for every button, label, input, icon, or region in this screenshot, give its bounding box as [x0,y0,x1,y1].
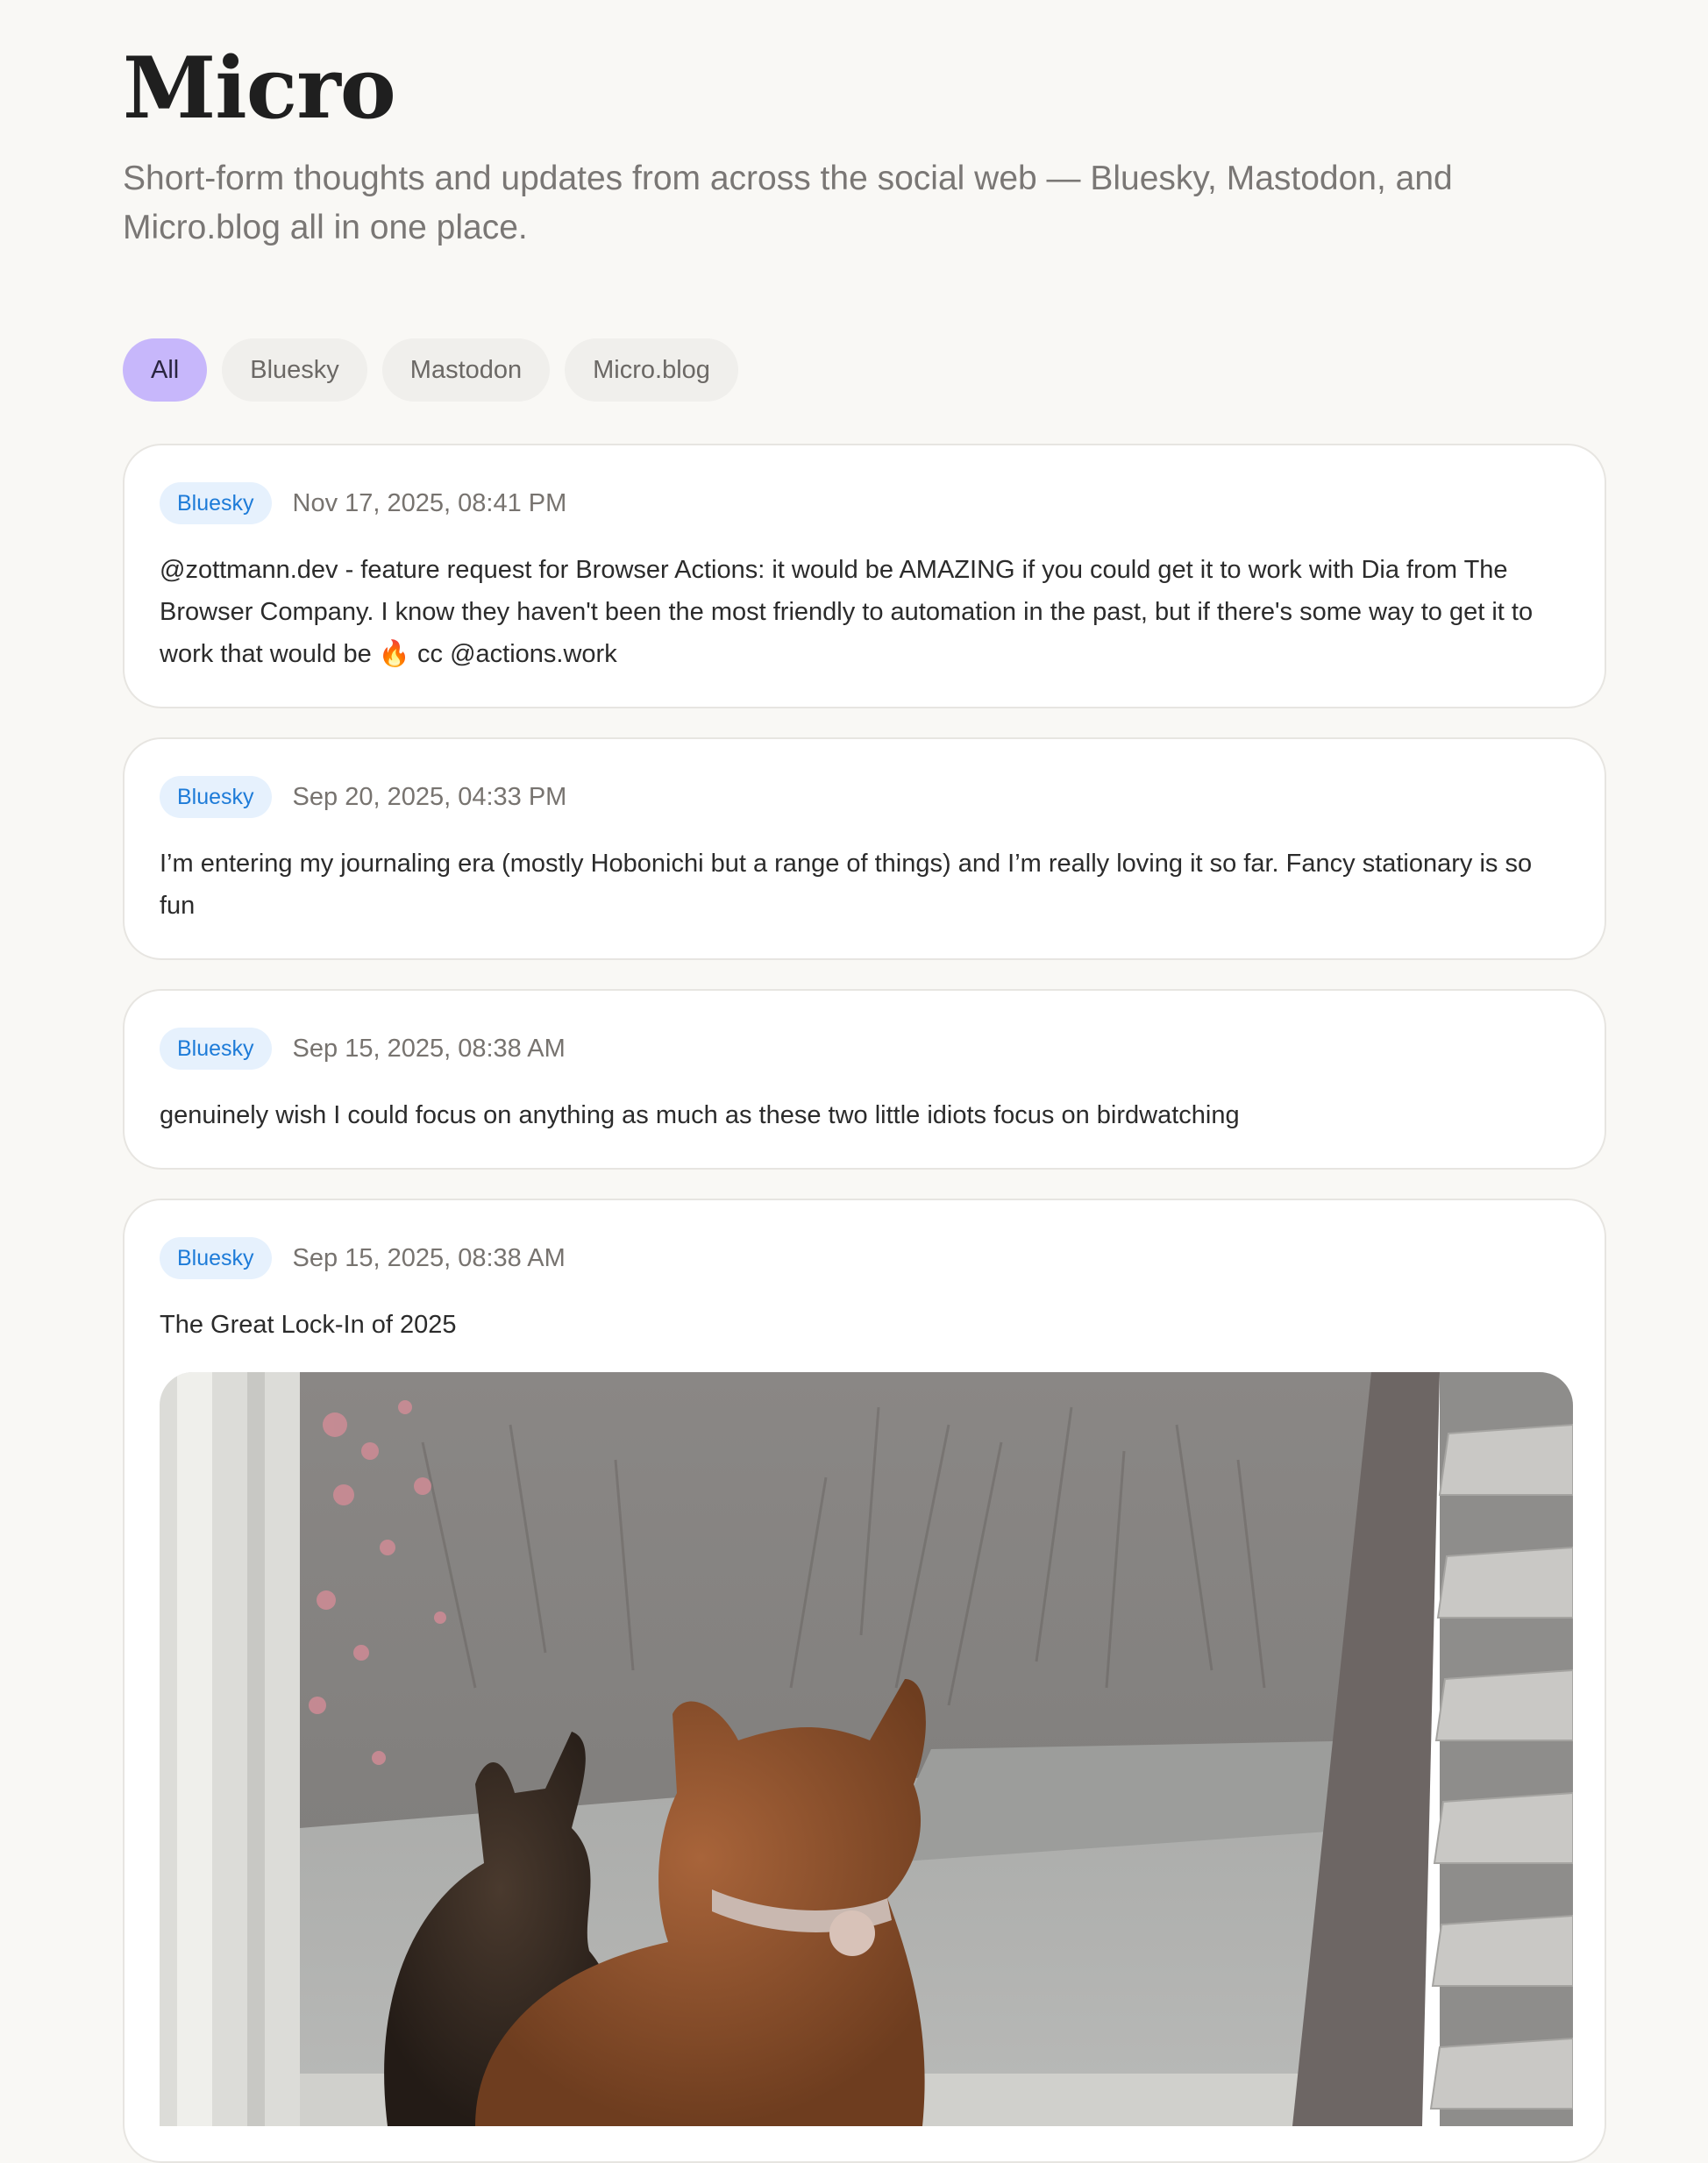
post-meta: Bluesky Sep 15, 2025, 08:38 AM [160,1028,566,1070]
filter-mastodon[interactable]: Mastodon [381,338,551,402]
post-card[interactable]: Bluesky Sep 20, 2025, 04:33 PM I’m enter… [123,737,1606,960]
post-timestamp: Sep 15, 2025, 08:38 AM [292,1034,566,1063]
page-title: Micro [123,39,396,138]
source-badge: Bluesky [160,1028,272,1070]
post-card[interactable]: Bluesky Sep 15, 2025, 08:38 AM The Great… [123,1199,1606,2163]
source-badge: Bluesky [160,776,272,818]
post-text: @zottmann.dev - feature request for Brow… [160,556,1534,668]
filter-bluesky[interactable]: Bluesky [222,338,367,402]
post-text: genuinely wish I could focus on anything… [160,1101,1240,1129]
post-timestamp: Nov 17, 2025, 08:41 PM [292,488,567,517]
post-text: The Great Lock-In of 2025 [160,1311,457,1339]
page-subtitle: Short-form thoughts and updates from acr… [123,160,1453,246]
source-badge: Bluesky [160,1237,272,1279]
filter-microblog[interactable]: Micro.blog [565,338,738,402]
post-card[interactable]: Bluesky Sep 15, 2025, 08:38 AM genuinely… [123,989,1606,1170]
cats-photo [160,1372,1573,2126]
filter-bar: All Bluesky Mastodon Micro.blog [123,338,738,402]
post-timestamp: Sep 20, 2025, 04:33 PM [292,782,567,811]
post-meta: Bluesky Sep 20, 2025, 04:33 PM [160,776,566,818]
post-timestamp: Sep 15, 2025, 08:38 AM [292,1243,566,1272]
filter-all[interactable]: All [123,338,208,402]
post-meta: Bluesky Sep 15, 2025, 08:38 AM [160,1237,566,1279]
post-text: I’m entering my journaling era (mostly H… [160,850,1533,920]
post-meta: Bluesky Nov 17, 2025, 08:41 PM [160,482,566,524]
post-card[interactable]: Bluesky Nov 17, 2025, 08:41 PM @zottmann… [123,444,1606,708]
post-image[interactable] [160,1372,1573,2126]
source-badge: Bluesky [160,482,272,524]
